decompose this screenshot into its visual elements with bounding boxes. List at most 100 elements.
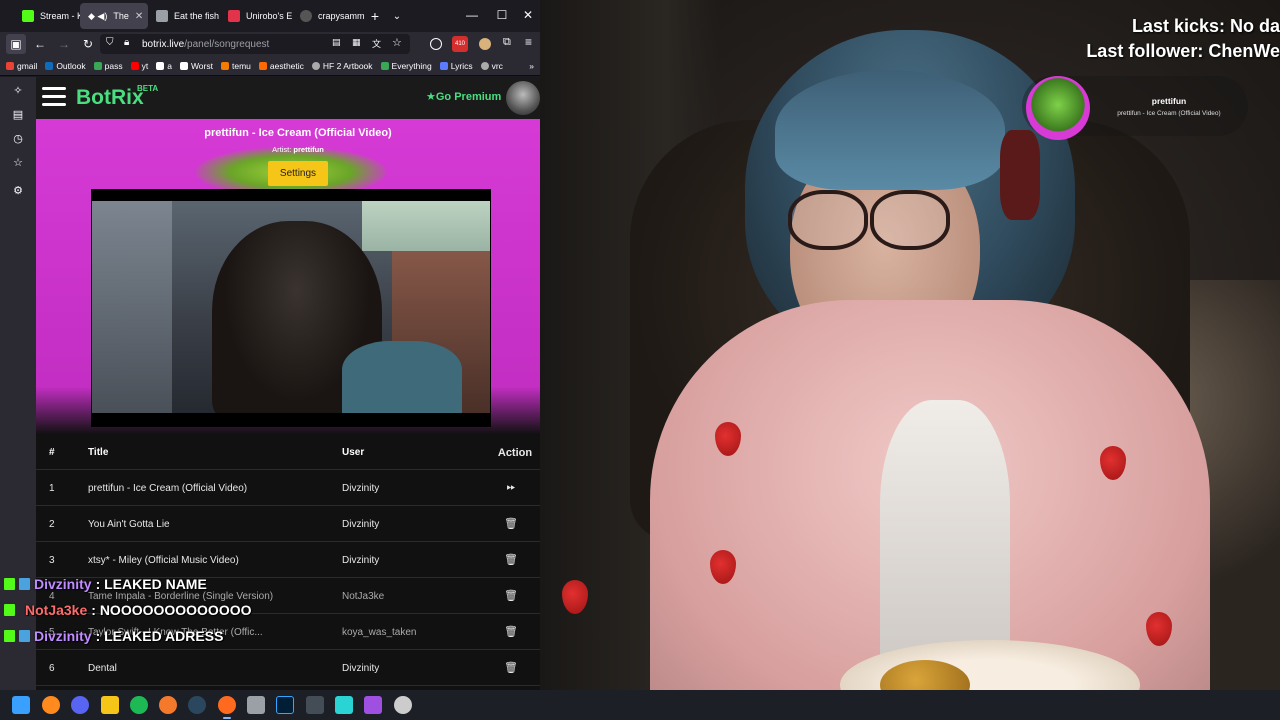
close-tab-icon[interactable]: ✕ bbox=[135, 11, 143, 22]
row-num: 6 bbox=[49, 663, 55, 674]
bookmarks-overflow-icon[interactable]: » bbox=[529, 61, 540, 71]
bookmark-pass[interactable]: pass bbox=[93, 61, 123, 71]
tab-botrix[interactable]: ◆ ◀) The ✕ bbox=[80, 3, 148, 29]
back-icon[interactable]: ← bbox=[30, 34, 50, 54]
table-header: # Title User Action bbox=[36, 434, 540, 470]
menu-icon[interactable]: ≡ bbox=[525, 35, 532, 49]
account-icon[interactable] bbox=[430, 38, 442, 50]
photoshop-app-icon[interactable] bbox=[276, 696, 294, 714]
row-title: You Ain't Gotta Lie bbox=[88, 519, 170, 530]
tab-eat-the-fish[interactable]: Eat the fish bbox=[148, 3, 220, 29]
grid-icon bbox=[179, 61, 188, 70]
last-follower-text: Last follower: ChenWe bbox=[1086, 41, 1280, 61]
header-num: # bbox=[49, 447, 55, 458]
botrix-logo[interactable]: BotRix bbox=[76, 86, 144, 110]
history-icon[interactable]: ◷ bbox=[10, 131, 26, 147]
go-premium-link[interactable]: ★Go Premium bbox=[426, 90, 501, 103]
extensions-icon[interactable]: ⧉ bbox=[503, 36, 511, 49]
tab-list-icon[interactable]: ⌄ bbox=[386, 5, 408, 27]
ai-sparkle-icon[interactable]: ✧ bbox=[10, 83, 26, 99]
reload-icon[interactable]: ↻ bbox=[78, 34, 98, 54]
star-icon: ★ bbox=[426, 91, 436, 103]
reader-icon[interactable]: ▤ bbox=[332, 37, 341, 48]
obs-app-icon[interactable] bbox=[364, 696, 382, 714]
capcut-app-icon[interactable] bbox=[335, 696, 353, 714]
extension-badge[interactable]: 410 bbox=[452, 36, 468, 52]
youtube-icon bbox=[130, 61, 139, 70]
discord-app-icon[interactable] bbox=[71, 696, 89, 714]
settings-button[interactable]: Settings bbox=[268, 161, 328, 186]
firefox-active-icon[interactable] bbox=[218, 696, 236, 719]
hamburger-menu-icon[interactable] bbox=[42, 87, 66, 107]
screenshot-icon[interactable]: ▦ bbox=[352, 37, 361, 48]
bookmark-gmail[interactable]: gmail bbox=[6, 61, 37, 71]
trash-icon[interactable]: 🗑︎ bbox=[504, 625, 518, 639]
steam-app-icon[interactable] bbox=[188, 696, 206, 714]
notepad-app-icon[interactable] bbox=[247, 696, 265, 714]
url-bar[interactable]: ⛉ 🔒︎ botrix.live/panel/songrequest ▤ ▦ 文… bbox=[100, 34, 410, 54]
user-avatar[interactable] bbox=[506, 81, 540, 115]
trash-icon[interactable]: 🗑︎ bbox=[504, 553, 518, 567]
chat-text: : NOOOOOOOOOOOOO bbox=[91, 602, 252, 618]
bookmark-aesthetic[interactable]: aesthetic bbox=[258, 61, 304, 71]
table-row: 6 Dental Divzinity 🗑︎ bbox=[36, 650, 540, 686]
forward-icon[interactable]: → bbox=[54, 34, 74, 54]
lock-icon[interactable]: 🔒︎ bbox=[124, 37, 129, 48]
bookmark-yt[interactable]: yt bbox=[130, 61, 148, 71]
containers-icon[interactable]: ▤ bbox=[10, 107, 26, 123]
bookmarks-bar: gmail Outlook pass yt a Worst temu aesth… bbox=[0, 56, 540, 76]
kick-icon bbox=[4, 604, 15, 616]
trash-icon[interactable]: 🗑︎ bbox=[504, 517, 518, 531]
terminal-app-icon[interactable] bbox=[306, 696, 324, 714]
bookmark-temu[interactable]: temu bbox=[220, 61, 251, 71]
firefox-app-icon[interactable] bbox=[42, 696, 60, 714]
sidebar-panel-icon[interactable]: ▣ bbox=[6, 34, 26, 54]
row-user: NotJa3ke bbox=[342, 591, 385, 602]
bookmark-worst[interactable]: Worst bbox=[179, 61, 213, 71]
url-path: /panel/songrequest bbox=[184, 38, 270, 50]
bookmarks-icon[interactable]: ☆ bbox=[10, 155, 26, 171]
tab-unirobo[interactable]: Unirobo's E bbox=[220, 3, 292, 29]
file-explorer-icon[interactable] bbox=[101, 696, 119, 714]
minimize-icon[interactable]: — bbox=[460, 4, 484, 26]
tab-crapysamm[interactable]: crapysamm bbox=[292, 3, 364, 29]
blender-app-icon[interactable] bbox=[159, 696, 177, 714]
bookmark-vrc[interactable]: vrc bbox=[480, 61, 503, 71]
now-playing-artist: prettifun bbox=[1151, 96, 1187, 106]
current-song-title: prettifun - Ice Cream (Official Video) bbox=[204, 127, 392, 139]
shield-icon[interactable]: ⛉ bbox=[106, 37, 114, 48]
bookmark-lyrics[interactable]: Lyrics bbox=[439, 61, 473, 71]
page-icon bbox=[156, 10, 168, 22]
settings-app-icon[interactable] bbox=[394, 696, 412, 714]
now-playing-widget: prettifun prettifun - Ice Cream (Officia… bbox=[1022, 76, 1248, 140]
unirobo-icon bbox=[228, 10, 240, 22]
bookmark-a[interactable]: a bbox=[156, 61, 172, 71]
translate-icon[interactable]: 文 bbox=[372, 37, 381, 50]
outlook-icon bbox=[45, 61, 54, 70]
speaker-icon[interactable]: ◆ ◀) bbox=[88, 11, 107, 22]
extension-cookie-icon[interactable] bbox=[479, 38, 491, 50]
close-window-icon[interactable]: ✕ bbox=[516, 4, 540, 26]
bookmark-hf2-artbook[interactable]: HF 2 Artbook bbox=[311, 61, 373, 71]
customize-icon[interactable]: ⚙ bbox=[10, 183, 26, 199]
tab-stream[interactable]: Stream - Ki bbox=[14, 3, 80, 29]
bookmark-star-icon[interactable]: ☆ bbox=[392, 36, 402, 49]
sidebar-toggle-icon[interactable] bbox=[0, 5, 14, 27]
video-player[interactable] bbox=[91, 189, 491, 427]
trash-icon[interactable]: 🗑︎ bbox=[504, 661, 518, 675]
video-jacket bbox=[342, 341, 462, 413]
bookmark-outlook[interactable]: Outlook bbox=[45, 61, 86, 71]
row-user: Divzinity bbox=[342, 555, 380, 566]
bookmark-everything[interactable]: Everything bbox=[380, 61, 432, 71]
maximize-icon[interactable]: ☐ bbox=[490, 4, 514, 26]
windows-start-icon[interactable] bbox=[12, 696, 30, 714]
trash-icon[interactable]: 🗑︎ bbox=[504, 589, 518, 603]
spotify-app-icon[interactable] bbox=[130, 696, 148, 714]
skip-icon[interactable]: ⏩︎ bbox=[504, 481, 518, 495]
new-tab-button[interactable]: + bbox=[364, 5, 386, 27]
beta-badge: BETA bbox=[137, 84, 159, 93]
chat-username: Divzinity bbox=[34, 628, 92, 644]
album-art bbox=[1026, 76, 1090, 140]
chat-message: NotJa3ke : NOOOOOOOOOOOOO bbox=[4, 599, 252, 621]
chat-username: Divzinity bbox=[34, 576, 92, 592]
